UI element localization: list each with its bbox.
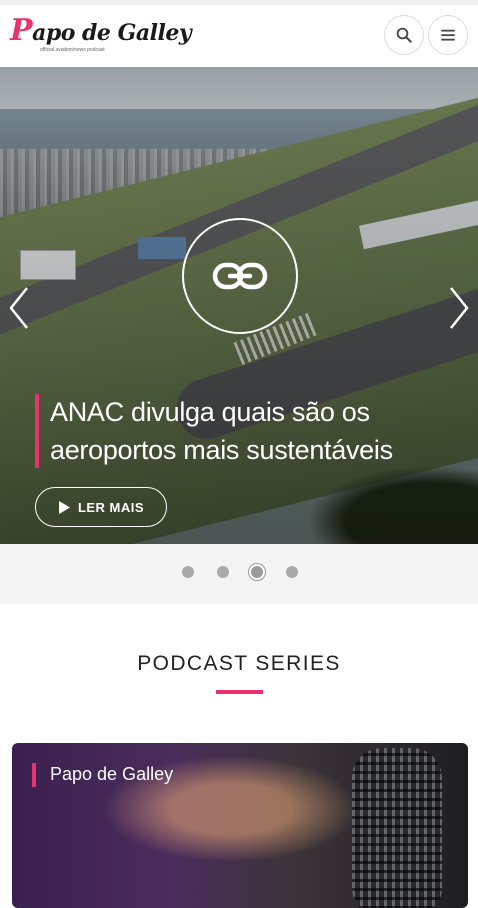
logo-name: apo de Galley xyxy=(32,20,192,46)
slide-headline-line-1: ANAC divulga quais são os xyxy=(50,397,370,427)
headline-accent-bar xyxy=(35,394,39,468)
slider-dot-1[interactable] xyxy=(182,566,194,578)
card-accent-bar xyxy=(32,763,36,787)
chevron-left-icon xyxy=(9,287,28,329)
chevron-right-icon xyxy=(450,287,469,329)
slider-prev-button[interactable] xyxy=(4,283,34,333)
podcast-card-title: Papo de Galley xyxy=(50,764,174,784)
search-button[interactable] xyxy=(384,15,424,55)
read-more-button[interactable]: LER MAIS xyxy=(35,487,167,527)
slide-headline-line-2: aeroportos mais sustentáveis xyxy=(50,435,393,465)
link-icon xyxy=(212,262,268,290)
section-title: PODCAST SERIES xyxy=(137,652,341,675)
slider-dot-2[interactable] xyxy=(217,566,229,578)
slider-dot-4[interactable] xyxy=(286,566,298,578)
read-more-label: LER MAIS xyxy=(77,499,145,515)
play-icon xyxy=(58,500,70,514)
hamburger-menu-icon xyxy=(441,29,455,41)
logo-letter: P xyxy=(10,13,33,48)
logo-tagline: official aviation/news podcast xyxy=(40,47,105,53)
logo-wordmark: Papo de Galley xyxy=(10,13,192,48)
section-title-underline xyxy=(216,690,263,694)
slide-headline[interactable]: ANAC divulga quais são os aeroportos mai… xyxy=(50,393,460,469)
podcast-series-card[interactable]: Papo de Galley xyxy=(12,743,468,908)
site-logo[interactable]: Papo de Galley official aviation/news po… xyxy=(10,11,192,61)
search-icon xyxy=(396,27,412,43)
microphone-grille xyxy=(352,748,442,908)
site-header: Papo de Galley official aviation/news po… xyxy=(0,5,478,67)
article-link-button[interactable] xyxy=(182,218,298,334)
menu-button[interactable] xyxy=(428,15,468,55)
hero-slider[interactable]: ANAC divulga quais são os aeroportos mai… xyxy=(0,67,478,544)
slider-pagination xyxy=(0,544,478,604)
slider-next-button[interactable] xyxy=(444,283,474,333)
slider-dot-3-active[interactable] xyxy=(249,564,265,580)
